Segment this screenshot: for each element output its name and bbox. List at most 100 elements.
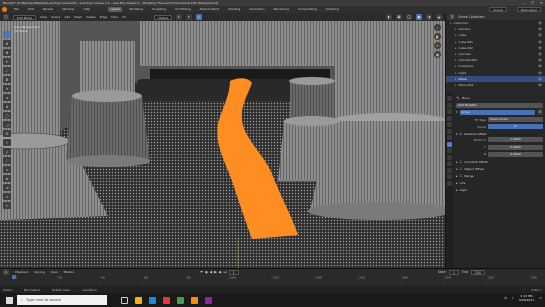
camera-view-icon[interactable]: ⎚ [434,42,441,49]
visibility-eye-icon[interactable]: 👁 [538,58,542,62]
menu-file[interactable]: File [12,7,21,12]
proportional-edit-icon[interactable]: ◎ [195,14,202,20]
close-icon[interactable]: ✕ [540,1,543,5]
viewport-menu-vertex[interactable]: Vertex [86,15,96,19]
view-layer-tab-icon[interactable] [447,115,452,121]
outliner-expand-icon[interactable]: ▸ [455,77,457,81]
relative-offset-checkbox[interactable]: ☑ [460,132,463,136]
visibility-eye-icon[interactable]: 👁 [538,83,542,87]
jump-start-icon[interactable]: ⏮ [200,270,203,274]
workspace-tab-compositing[interactable]: Compositing [296,7,319,12]
visibility-eye-icon[interactable]: 👁 [538,33,542,37]
workspace-tab-modeling[interactable]: Modeling [127,7,145,12]
outliner-expand-icon[interactable]: ▸ [455,64,457,68]
windows-start-icon[interactable] [4,295,14,305]
transform-orientation-selector[interactable]: Global [154,14,172,20]
mode-selector[interactable]: Edit Mode [13,14,36,20]
outliner-expand-icon[interactable]: ▸ [455,33,457,37]
task-view-icon[interactable] [121,296,128,304]
scale-tool-icon[interactable]: ⤢ [3,67,11,74]
outliner-expand-icon[interactable]: ▸ [455,58,457,62]
taskbar-clock[interactable]: 2:43 PM 3/28/2021 [519,294,534,302]
workspace-tab-sculpting[interactable]: Sculpting [150,7,168,12]
outliner-expand-icon[interactable]: ▸ [455,71,457,75]
rip-tool-icon[interactable]: ✂ [3,202,11,209]
overlay-icon[interactable]: ◐ [386,14,392,20]
material-tab-icon[interactable] [447,174,452,179]
ortho-toggle-icon[interactable]: ▦ [434,51,441,58]
caps-expand-icon[interactable]: ▸ [456,188,458,192]
maximize-icon[interactable]: ☐ [531,1,534,5]
outliner-item[interactable]: ▸ Plane.001 👁 [446,82,545,88]
poly-build-tool-icon[interactable]: △ [3,148,11,155]
visibility-eye-icon[interactable]: 👁 [538,64,542,68]
edge-browser-icon[interactable] [149,296,156,304]
visibility-eye-icon[interactable]: 👁 [538,46,542,50]
app-red-icon[interactable] [163,296,170,304]
merge-expand-icon[interactable]: ▸ [456,174,458,178]
prev-keyframe-icon[interactable]: ◆ [205,270,208,274]
modifier-close-icon[interactable]: ✕ [537,109,543,116]
modifier-tab-icon[interactable] [447,141,452,147]
add-modifier-button[interactable]: Add Modifier [456,102,543,108]
pivot-icon[interactable]: ⊙ [175,14,182,20]
app-green-icon[interactable] [177,296,184,304]
count-field[interactable]: 8 [488,124,543,130]
viewport-menu-face[interactable]: Face [111,15,118,19]
outliner-expand-icon[interactable]: ▸ [455,52,457,56]
play-icon[interactable]: ▶ [214,270,217,274]
outliner-editor-icon[interactable]: ☰ [449,13,455,20]
viewport-menu-select[interactable]: Select [51,15,60,19]
knife-tool-icon[interactable]: ⌿ [3,139,11,146]
bevel-tool-icon[interactable]: ◿ [3,121,11,128]
object-tab-icon[interactable] [447,135,452,140]
spin-tool-icon[interactable]: ◌ [3,157,11,164]
scene-selector[interactable]: Scene [489,7,507,12]
output-tab-icon[interactable] [447,109,452,114]
file-explorer-icon[interactable] [135,296,142,304]
constraints-tab-icon[interactable] [447,161,452,166]
modifier-collapse-icon[interactable]: ▾ [456,110,458,114]
zoom-icon[interactable]: ⌕ [434,24,441,31]
xray-icon[interactable]: ▣ [396,14,402,20]
workspace-tab-shading[interactable]: Shading [226,7,242,12]
workspace-tab-scripting[interactable]: Scripting [324,7,341,12]
texture-tab-icon[interactable] [447,180,452,186]
uvs-expand-icon[interactable]: ▸ [456,181,458,185]
modifier-name-field[interactable]: Array [459,109,535,115]
factor-y-field[interactable]: 0.0000 [488,144,543,150]
menu-window[interactable]: Window [61,7,77,12]
pan-icon[interactable]: ✋ [434,33,441,40]
constant-offset-checkbox[interactable]: ☐ [460,160,463,164]
smooth-tool-icon[interactable]: ≈ [3,166,11,173]
rendered-shading-icon[interactable]: ◒ [436,14,442,20]
relative-offset-expand-icon[interactable]: ▾ [456,132,458,136]
3d-viewport[interactable]: User Perspective (1) Plane ⬚ ⊕ ✥ ↻ ⤢ ⊞ ✎… [0,21,445,268]
material-shading-icon[interactable]: ◑ [426,14,432,20]
shear-tool-icon[interactable]: ▱ [3,193,11,200]
view-layer-selector[interactable]: View Layer [516,7,541,12]
blender-taskbar-icon[interactable] [191,296,198,304]
menu-edit[interactable]: Edit [26,7,36,12]
object-offset-expand-icon[interactable]: ▸ [456,167,458,171]
physics-tab-icon[interactable] [447,154,452,160]
next-keyframe-icon[interactable]: ◆ [219,270,222,274]
menu-help[interactable]: Help [81,7,92,12]
jump-end-icon[interactable]: ⏭ [224,270,227,274]
timeline-menu-view[interactable]: View [50,270,57,274]
tool-tab-icon[interactable] [447,96,452,101]
annotate-tool-icon[interactable]: ✎ [3,85,11,92]
minimize-icon[interactable]: – [523,1,525,5]
rotate-tool-icon[interactable]: ↻ [3,58,11,65]
workspace-tab-layout[interactable]: Layout [108,7,123,12]
workspace-tab-texture-paint[interactable]: Texture Paint [198,7,221,12]
viewport-menu-view[interactable]: View [40,15,47,19]
timeline-menu-keying[interactable]: Keying [34,270,44,274]
volume-icon[interactable]: ♪ [512,296,514,300]
visibility-eye-icon[interactable]: 👁 [538,21,542,25]
viewport-menu-mesh[interactable]: Mesh [74,15,82,19]
inset-tool-icon[interactable]: ▢ [3,112,11,119]
merge-checkbox[interactable]: ☐ [460,174,463,178]
end-frame-field[interactable]: 250 [470,269,485,275]
app-purple-icon[interactable] [205,296,212,304]
